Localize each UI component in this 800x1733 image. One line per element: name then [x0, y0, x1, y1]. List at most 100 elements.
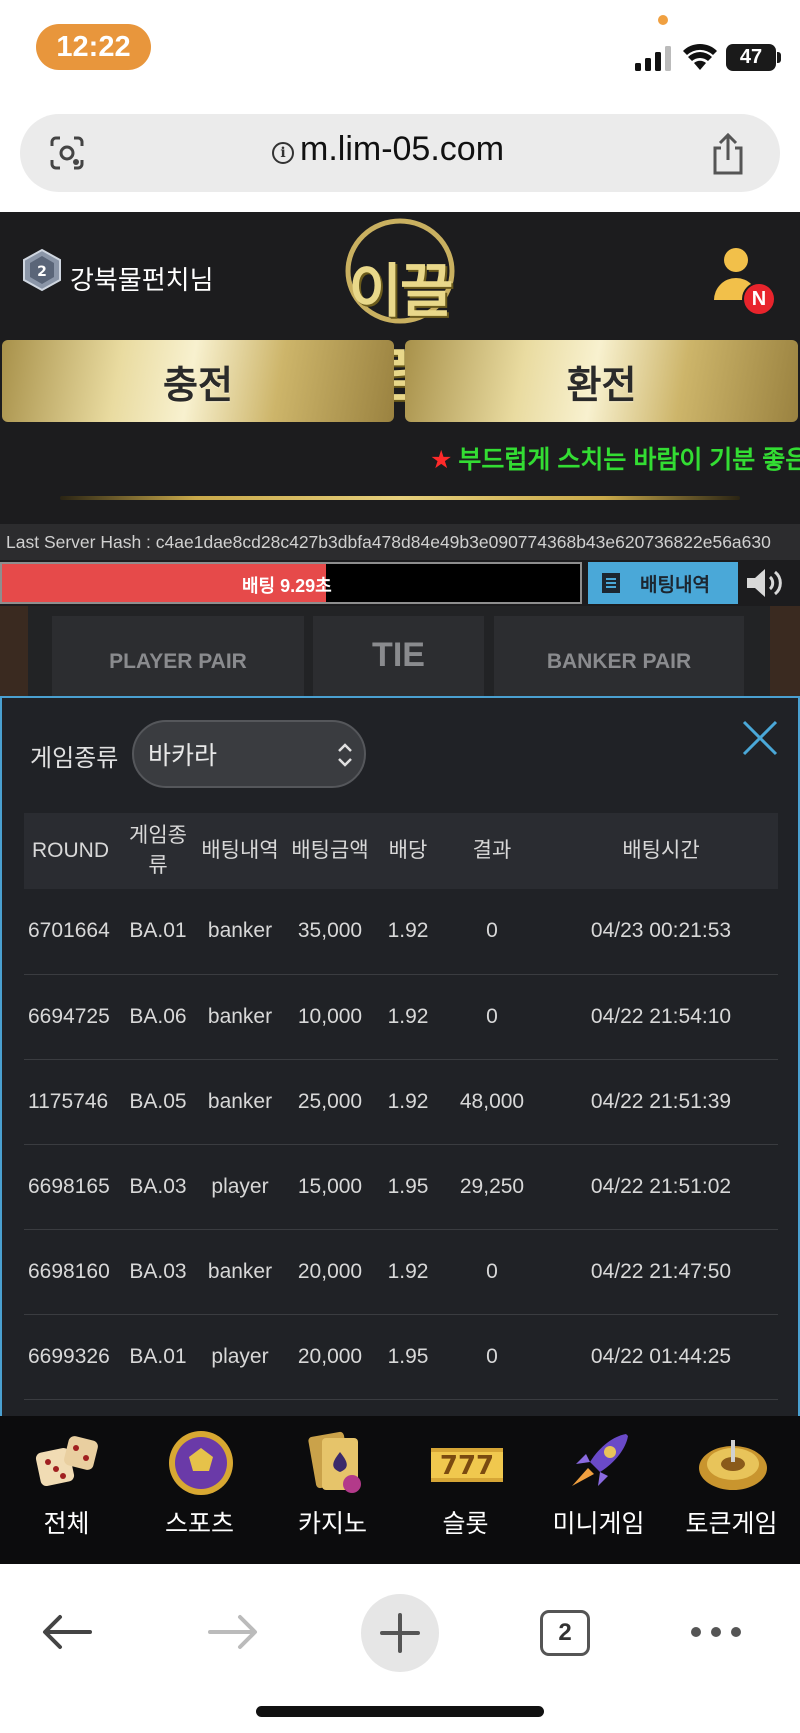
tab-switcher-button[interactable]: 2: [540, 1610, 590, 1656]
column-header: 배팅시간: [544, 813, 778, 889]
plus-icon: [380, 1613, 420, 1653]
nav-label: 슬롯: [442, 1510, 489, 1538]
url-text[interactable]: m.lim-05.com: [300, 130, 504, 169]
table-cell: BA.06: [120, 974, 196, 1060]
table-cell: banker: [196, 1059, 284, 1145]
sound-icon[interactable]: [744, 566, 786, 600]
table-cell: banker: [196, 889, 284, 975]
nav-item-slots[interactable]: 777 슬롯: [399, 1416, 532, 1564]
marquee-text: 부드럽게 스치는 바람이 기분 좋은: [458, 446, 800, 474]
table-cell: 04/23 00:21:53: [544, 889, 778, 975]
column-header: 배당: [376, 813, 440, 889]
nav-label: 미니게임: [552, 1510, 645, 1538]
cards-icon: [308, 1431, 361, 1493]
home-indicator[interactable]: [256, 1706, 544, 1717]
notification-badge[interactable]: N: [742, 282, 776, 316]
table-cell: 1.92: [376, 1229, 440, 1315]
table-cell: 1.92: [376, 1059, 440, 1145]
table-row: 6698165 BA.03 player 15,000 1.95 29,250 …: [24, 1144, 778, 1230]
notice-marquee: ★ 부드럽게 스치는 바람이 기분 좋은: [430, 440, 800, 476]
table-cell: 6694725: [24, 974, 120, 1060]
table-cell: BA.03: [120, 1144, 196, 1230]
table-row: 6701664 BA.01 banker 35,000 1.92 0 04/23…: [24, 889, 778, 975]
table-row: 6698160 BA.03 banker 20,000 1.92 0 04/22…: [24, 1229, 778, 1315]
rank-badge-icon: 2: [23, 248, 61, 292]
banker-pair-area[interactable]: BANKER PAIR: [494, 616, 744, 696]
nav-item-casino[interactable]: 카지노: [266, 1416, 399, 1564]
column-header: ROUND: [24, 813, 120, 889]
nav-item-sports[interactable]: 스포츠: [133, 1416, 266, 1564]
game-type-label: 게임종류: [30, 745, 119, 772]
table-cell: 29,250: [440, 1144, 544, 1230]
table-cell: 20,000: [284, 1314, 376, 1400]
table-cell: banker: [196, 974, 284, 1060]
table-row: 6694725 BA.06 banker 10,000 1.92 0 04/22…: [24, 974, 778, 1060]
game-type-select[interactable]: 바카라: [132, 720, 366, 788]
site-content: 2 강북물펀치님 이끌림 N 충전 환전 ★ 부드럽게 스치는 바람이 기분 좋은…: [0, 212, 800, 1564]
table-cell: 04/22 21:51:39: [544, 1059, 778, 1145]
dice-icon: [35, 1436, 98, 1487]
table-cell: 6698160: [24, 1229, 120, 1315]
table-cell: 0: [440, 1314, 544, 1400]
table-cell: 0: [440, 974, 544, 1060]
status-time: 12:22: [36, 24, 151, 70]
table-header-row: ROUND 게임종류 배팅내역 배팅금액 배당 결과 배팅시간: [24, 813, 778, 889]
new-tab-button[interactable]: [361, 1594, 439, 1672]
table-cell: BA.01: [120, 1314, 196, 1400]
table-cell: 04/22 21:51:02: [544, 1144, 778, 1230]
player-pair-area[interactable]: PLAYER PAIR: [52, 616, 304, 696]
table-row: 1175746 BA.05 banker 25,000 1.92 48,000 …: [24, 1059, 778, 1145]
site-info-icon[interactable]: i: [272, 142, 294, 164]
charge-button[interactable]: 충전: [2, 340, 394, 422]
nav-label: 전체: [43, 1510, 90, 1538]
soccer-ball-icon: [169, 1431, 233, 1495]
table-cell: 6698165: [24, 1144, 120, 1230]
nav-item-all[interactable]: 전체: [0, 1416, 133, 1564]
table-cell: BA.01: [120, 889, 196, 975]
table-cell: 20,000: [284, 1229, 376, 1315]
share-icon[interactable]: [708, 132, 748, 176]
table-cell: 35,000: [284, 889, 376, 975]
select-arrows-icon: [338, 743, 352, 767]
betting-timer-label: 배팅 9.29초: [242, 576, 332, 596]
table-cell: 6699326: [24, 1314, 120, 1400]
game-type-value: 바카라: [148, 742, 218, 770]
table-cell: banker: [196, 1229, 284, 1315]
table-cell: 1.95: [376, 1314, 440, 1400]
betting-history-button[interactable]: 배팅내역: [588, 562, 738, 604]
back-arrow-icon[interactable]: [40, 1612, 94, 1652]
close-icon[interactable]: [740, 718, 780, 758]
table-cell: 15,000: [284, 1144, 376, 1230]
betting-history-label: 배팅내역: [640, 574, 710, 596]
game-category-nav: 전체 스포츠 카지노 777 슬롯 미니게임 토큰게임: [0, 1416, 800, 1564]
tie-area[interactable]: TIE: [313, 616, 484, 696]
nav-item-token-games[interactable]: 토큰게임: [665, 1416, 798, 1564]
board-side-right: [770, 606, 800, 696]
betting-timer-bar: 배팅 9.29초: [0, 562, 582, 604]
table-cell: 1.92: [376, 889, 440, 975]
star-icon: ★: [430, 446, 453, 474]
column-header: 게임종류: [120, 813, 196, 889]
table-cell: 1175746: [24, 1059, 120, 1145]
board-side-left: [0, 606, 28, 696]
table-row: 6699326 BA.01 player 20,000 1.95 0 04/22…: [24, 1314, 778, 1400]
server-hash: Last Server Hash : c4ae1dae8cd28c427b3db…: [0, 524, 800, 560]
privacy-indicator-dot: [658, 15, 668, 25]
lens-search-icon[interactable]: [48, 134, 86, 172]
battery-tip: [777, 52, 781, 63]
nav-label: 카지노: [297, 1510, 367, 1538]
gold-divider: [60, 496, 740, 500]
table-cell: 04/22 21:47:50: [544, 1229, 778, 1315]
table-cell: player: [196, 1314, 284, 1400]
status-bar: 12:22 47: [0, 0, 800, 100]
table-cell: 1.92: [376, 974, 440, 1060]
table-cell: BA.05: [120, 1059, 196, 1145]
rocket-icon: [572, 1434, 628, 1486]
column-header: 배팅금액: [284, 813, 376, 889]
more-options-icon[interactable]: [688, 1622, 744, 1642]
nav-label: 토큰게임: [685, 1510, 778, 1538]
forward-arrow-icon[interactable]: [206, 1612, 260, 1652]
nav-item-minigames[interactable]: 미니게임: [532, 1416, 665, 1564]
exchange-button[interactable]: 환전: [405, 340, 798, 422]
browser-toolbar: 2: [0, 1564, 800, 1733]
